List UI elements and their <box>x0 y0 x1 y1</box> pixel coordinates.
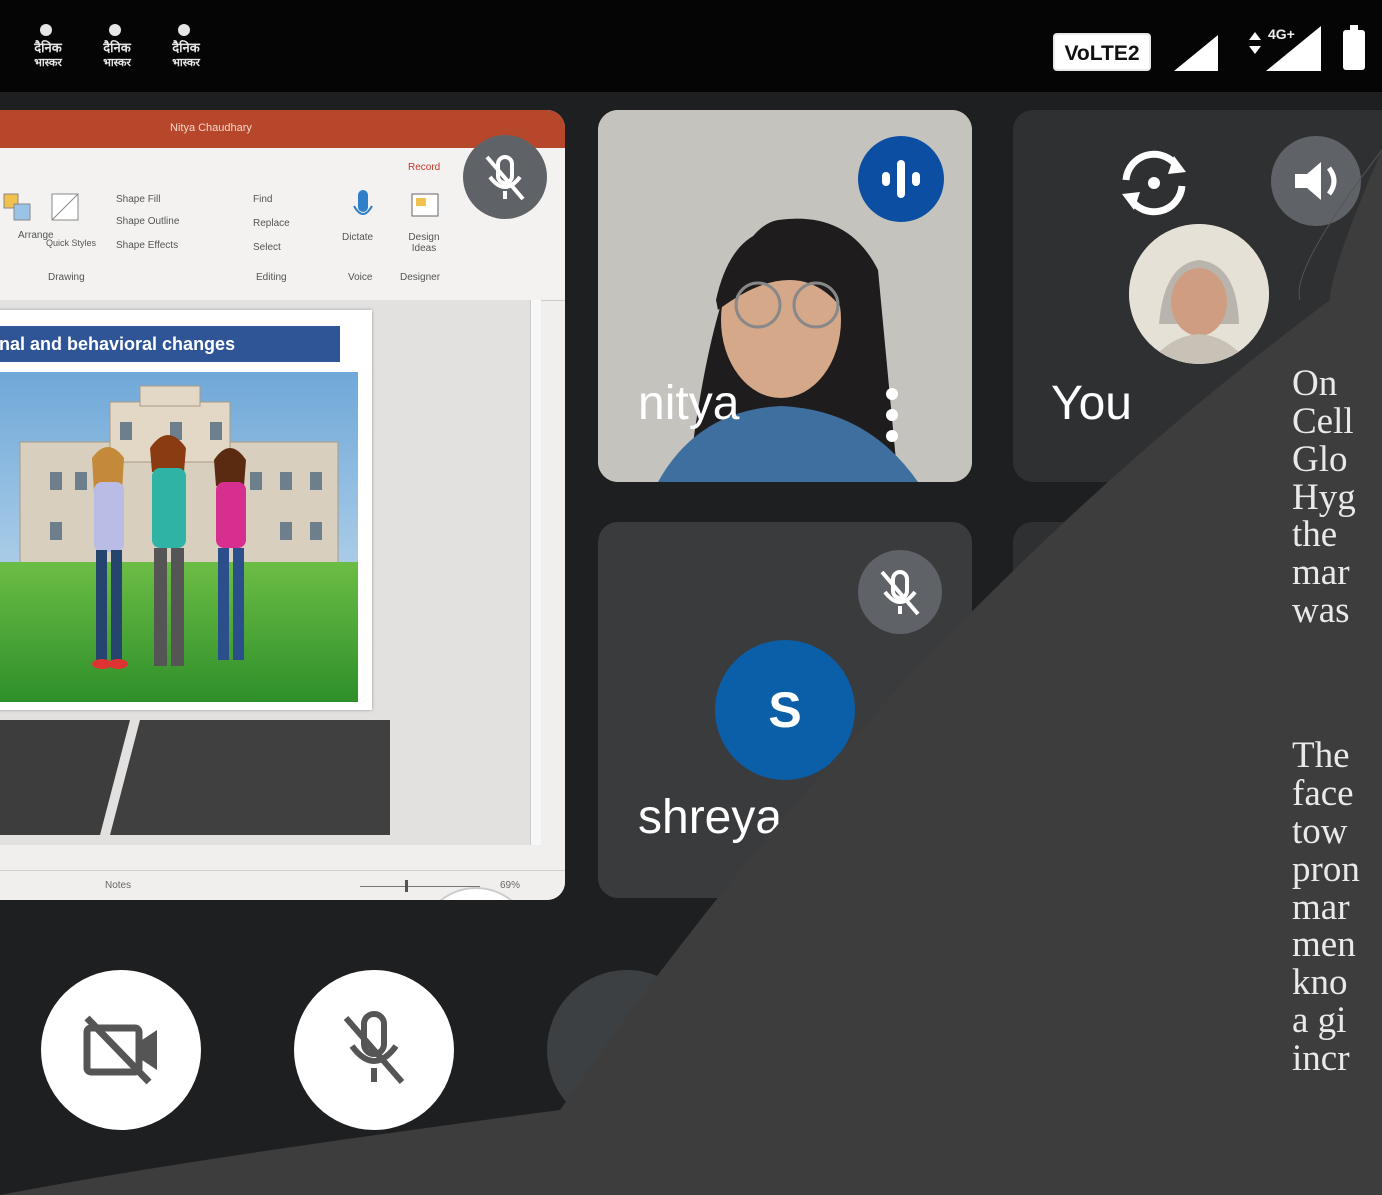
news-icon-line2: भास्कर <box>103 56 131 69</box>
ppt-window-title: Nitya Chaudhary <box>170 122 252 134</box>
slide-text-line: the <box>1292 514 1338 555</box>
slide-text-line: Hyg <box>1292 477 1356 518</box>
mic-muted-badge <box>858 550 942 634</box>
slide-text-line: mar <box>1292 887 1350 928</box>
mic-off-icon <box>880 570 920 616</box>
data-signal-icon: 4G+ <box>1246 22 1326 79</box>
news-icon-line1: दैनिक <box>34 41 62 56</box>
signal-icon <box>1174 35 1218 71</box>
notes-label: Notes <box>105 880 132 891</box>
participant-name: nitya <box>638 377 740 430</box>
slide-text-line: Cell <box>1292 401 1354 442</box>
slide-text-line: pron <box>1292 849 1360 890</box>
slide-decorative-shapes <box>0 720 390 835</box>
ribbon-label: Shape Effects <box>116 240 179 251</box>
ribbon-label: Shape Fill <box>116 194 161 205</box>
speaker-icon <box>1295 162 1337 200</box>
switch-camera-icon[interactable] <box>1116 148 1192 216</box>
slide-editor-area: nal and behavioral changes <box>0 300 541 845</box>
slide-text-line: men <box>1292 924 1356 965</box>
avatar <box>1129 640 1259 770</box>
ribbon-label: Dictate <box>342 232 374 243</box>
more-options-icon[interactable] <box>886 794 898 857</box>
slide-text-line: was <box>1292 590 1350 631</box>
news-icon-line2: भास्कर <box>34 56 62 69</box>
status-bar: दैनिक भास्कर दैनिक भास्कर दैनिक भास्कर V… <box>0 0 1382 92</box>
participant-name: shreya <box>638 791 783 844</box>
participant-tile-nitya[interactable]: nitya <box>598 110 972 482</box>
fullscreen-icon <box>421 889 531 900</box>
slide-text-line: kno <box>1292 962 1348 1003</box>
slide-canvas: nal and behavioral changes <box>0 310 372 710</box>
news-icon-line1: दैनिक <box>172 41 200 56</box>
ribbon-label: Designer <box>400 272 441 283</box>
arrange-icon <box>3 193 31 221</box>
microphone-icon <box>353 190 373 215</box>
ppt-scrollbar[interactable] <box>530 300 541 845</box>
news-icon-line2: भास्कर <box>172 56 200 69</box>
camera-toggle-button[interactable] <box>41 970 201 1130</box>
slide-text-line: The <box>1292 735 1350 776</box>
ribbon-label: Replace <box>253 218 290 229</box>
avatar <box>1129 224 1269 364</box>
ribbon-label: Design Ideas <box>408 232 440 254</box>
slide-text-line: tow <box>1292 811 1348 852</box>
slide-text-line: mar <box>1292 552 1350 593</box>
ribbon-label: Record <box>408 162 441 173</box>
ribbon-label: Editing <box>256 272 287 283</box>
quick-styles-icon <box>51 193 79 221</box>
design-ideas-icon <box>411 193 439 217</box>
speaking-indicator <box>858 136 944 222</box>
mic-off-icon <box>485 155 525 201</box>
volte-badge: VoLTE2 <box>1053 33 1151 71</box>
mic-off-icon <box>343 1011 405 1084</box>
newspaper-app-icon: दैनिक भास्कर <box>164 24 208 74</box>
newspaper-app-icon: दैनिक भास्कर <box>95 24 139 74</box>
slide-text-line: face <box>1292 773 1354 814</box>
slide-title: nal and behavioral changes <box>0 326 340 362</box>
ribbon-label: Quick Styles <box>46 238 97 248</box>
mic-toggle-button[interactable] <box>294 970 454 1130</box>
slide-text-line: On <box>1292 363 1338 404</box>
newspaper-app-icon <box>0 24 18 74</box>
more-options-icon <box>621 1022 633 1085</box>
more-options-button[interactable] <box>547 970 707 1130</box>
zoom-slider-thumb[interactable] <box>405 880 408 892</box>
participant-avatar-initial: S <box>715 640 855 780</box>
network-type-label: 4G+ <box>1268 26 1295 42</box>
ribbon-label: Voice <box>348 272 373 283</box>
newspaper-app-icon: दैनिक भास्कर <box>26 24 70 74</box>
ribbon-label: Select <box>253 242 281 253</box>
audio-wave-icon <box>882 160 920 198</box>
participant-name: You <box>1051 377 1132 430</box>
speaker-button[interactable] <box>1271 136 1361 226</box>
fullscreen-button[interactable] <box>421 889 531 900</box>
news-icon-line1: दैनिक <box>103 41 131 56</box>
battery-icon <box>1343 25 1365 70</box>
zoom-slider[interactable] <box>360 886 480 887</box>
slide-text-line: Glo <box>1292 439 1348 480</box>
ribbon-label: Shape Outline <box>116 216 180 227</box>
ribbon-label: Drawing <box>48 272 85 283</box>
slide-text-line: a gi <box>1292 1000 1347 1041</box>
presentation-tile[interactable]: Nitya Chaudhary Arrange Quick Styles Sha… <box>0 110 565 900</box>
more-options-icon[interactable] <box>886 388 898 451</box>
slide-illustration <box>0 372 358 702</box>
ribbon-label: Find <box>253 194 273 205</box>
camera-off-icon <box>83 1015 157 1085</box>
presenter-mic-muted-badge <box>463 135 547 219</box>
slide-text-line: incr <box>1292 1038 1350 1079</box>
